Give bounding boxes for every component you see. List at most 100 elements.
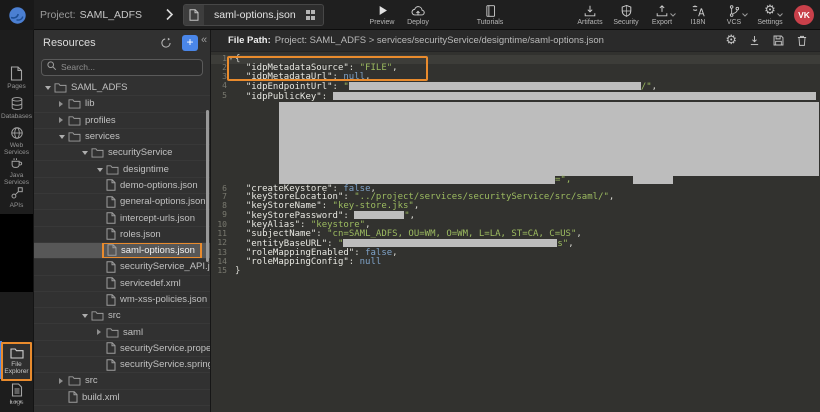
tree-item-build-xml[interactable]: build.xml — [34, 390, 210, 406]
code-line-3[interactable]: 3 "idpMetadataUrl": null, — [211, 73, 820, 82]
folder-icon — [91, 147, 104, 158]
sidebar-item-file-explorer[interactable]: File Explorer — [1, 342, 32, 381]
code-line-11[interactable]: 11 "subjectName": "cn=SAML_ADFS, OU=WM, … — [211, 230, 820, 239]
tree-item-saml-adfs[interactable]: SAML_ADFS — [34, 80, 210, 96]
file-tab[interactable]: saml-options.json — [183, 4, 324, 26]
download-tray-icon — [583, 3, 597, 18]
folder-icon — [106, 327, 119, 338]
chevron-right-icon[interactable] — [165, 8, 174, 21]
tree-item-demo-options-json[interactable]: demo-options.json — [34, 178, 210, 194]
delete-trash-icon[interactable] — [796, 34, 808, 47]
file-icon — [106, 196, 116, 208]
tree-item-label: servicedef.xml — [120, 278, 181, 289]
tree-item-securityservice-properties[interactable]: securityService.properties — [34, 341, 210, 357]
chevron-down-icon — [777, 13, 783, 17]
collapse-arrow-icon[interactable] — [56, 378, 67, 384]
file-icon — [184, 5, 204, 25]
tree-item-servicedef-xml[interactable]: servicedef.xml — [34, 276, 210, 292]
collapse-panel-icon[interactable]: « — [201, 34, 207, 46]
tree-item-lib[interactable]: lib — [34, 96, 210, 112]
refresh-icon[interactable] — [160, 37, 172, 49]
tree-item-securityservice-api-json[interactable]: securityService_API.json — [34, 259, 210, 275]
expand-arrow-icon[interactable] — [79, 312, 90, 319]
sidebar-overflow-button[interactable]: ••• — [0, 397, 33, 407]
tree-item-label: designtime — [123, 164, 169, 175]
artifacts-button[interactable]: Artifacts — [572, 3, 608, 26]
tree-item-label: securityService_API.json — [120, 261, 210, 272]
tree-item-label: saml — [123, 327, 143, 338]
json-punctuation — [235, 201, 246, 211]
expand-arrow-icon[interactable] — [42, 84, 53, 91]
redacted-value — [633, 176, 673, 184]
vcs-button[interactable]: VCS — [716, 3, 752, 26]
expand-arrow-icon[interactable] — [56, 133, 67, 140]
tree-item-intercept-urls-json[interactable]: intercept-urls.json — [34, 210, 210, 226]
tree-item-src[interactable]: src — [34, 373, 210, 389]
json-punctuation: : — [333, 82, 344, 92]
json-punctuation: , — [576, 229, 581, 239]
tree-item-wm-xss-policies-json[interactable]: wm-xss-policies.json — [34, 292, 210, 308]
json-key: "roleMappingConfig" — [246, 257, 349, 267]
i18n-button[interactable]: I18N — [680, 3, 716, 26]
tree-item-label: securityService.properties — [120, 343, 210, 354]
tree-item-services[interactable]: services — [34, 129, 210, 145]
project-name: SAML_ADFS — [80, 9, 142, 21]
code-line-content: } — [235, 267, 240, 276]
tree-item-roles-json[interactable]: roles.json — [34, 227, 210, 243]
tree-item-designtime[interactable]: designtime — [34, 161, 210, 177]
sidebar-item-pages[interactable]: Pages — [0, 66, 33, 90]
tree-item-securityservice[interactable]: securityService — [34, 145, 210, 161]
save-icon[interactable] — [772, 34, 785, 47]
fold-arrow-icon[interactable]: ▾ — [227, 55, 235, 64]
grid-icon[interactable] — [306, 10, 316, 20]
settings-gear-icon[interactable]: ⚙ — [725, 34, 737, 47]
tree-item-profiles[interactable]: profiles — [34, 113, 210, 129]
search-input[interactable] — [41, 59, 203, 76]
json-punctuation: , — [392, 248, 397, 258]
line-gutter: 5 — [211, 92, 235, 101]
sidebar-item-java-services[interactable]: Java Services — [0, 156, 33, 186]
git-branch-icon — [728, 3, 741, 18]
export-button[interactable]: Export — [644, 3, 680, 26]
security-button[interactable]: Security — [608, 3, 644, 26]
wavemaker-logo-icon[interactable] — [0, 0, 34, 30]
collapse-arrow-icon[interactable] — [56, 101, 67, 107]
add-resource-button[interactable]: + — [182, 35, 198, 51]
tree-item-src[interactable]: src — [34, 308, 210, 324]
sidebar-item-databases[interactable]: Databases — [0, 96, 33, 120]
code-line-8[interactable]: 8 "keyStoreName": "key-store.jks", — [211, 202, 820, 211]
json-key: "keyStoreName" — [246, 201, 322, 211]
cloud-upload-icon — [410, 3, 426, 18]
tutorials-button[interactable]: Tutorials — [468, 3, 512, 26]
tree-item-label: intercept-urls.json — [120, 213, 195, 224]
collapse-arrow-icon[interactable] — [94, 329, 105, 335]
code-line-5[interactable]: 5 "idpPublicKey": =", — [211, 92, 820, 185]
deploy-button[interactable]: Deploy — [396, 3, 440, 26]
file-path-value: Project: SAML_ADFS > services/securitySe… — [275, 35, 604, 46]
code-line-4[interactable]: 4 "idpEndpointUrl": "/", — [211, 82, 820, 92]
project-label: Project: SAML_ADFS — [40, 0, 142, 30]
folder-icon — [106, 164, 119, 175]
folder-icon — [68, 98, 81, 109]
settings-button[interactable]: ⚙ Settings — [752, 3, 788, 26]
tree-item-saml[interactable]: saml — [34, 324, 210, 340]
sidebar-item-apis[interactable]: APIs — [0, 186, 33, 209]
sidebar-item-web-services[interactable]: Web Services — [0, 126, 33, 156]
code-line-content: "idpPublicKey": =", — [235, 92, 819, 185]
folder-icon — [91, 310, 104, 321]
collapse-arrow-icon[interactable] — [56, 117, 67, 123]
coffee-cup-icon — [9, 156, 24, 170]
tree-item-securityservice-spring-xml[interactable]: securityService.spring.xml — [34, 357, 210, 373]
scrollbar-thumb[interactable] — [206, 110, 209, 262]
tree-item-general-options-json[interactable]: general-options.json — [34, 194, 210, 210]
tree-item-saml-options-json[interactable]: saml-options.json — [34, 243, 210, 259]
user-avatar[interactable]: VK — [794, 5, 814, 25]
download-icon[interactable] — [748, 34, 761, 47]
code-editor[interactable]: 1▾{2 "idpMetadataSource": "FILE",3 "idpM… — [211, 52, 820, 276]
line-number: 5 — [211, 92, 227, 101]
expand-arrow-icon[interactable] — [79, 149, 90, 156]
code-line-14[interactable]: 14 "roleMappingConfig": null — [211, 258, 820, 267]
expand-arrow-icon[interactable] — [94, 166, 105, 173]
chevron-down-icon — [670, 13, 676, 17]
code-line-15[interactable]: 15} — [211, 267, 820, 276]
